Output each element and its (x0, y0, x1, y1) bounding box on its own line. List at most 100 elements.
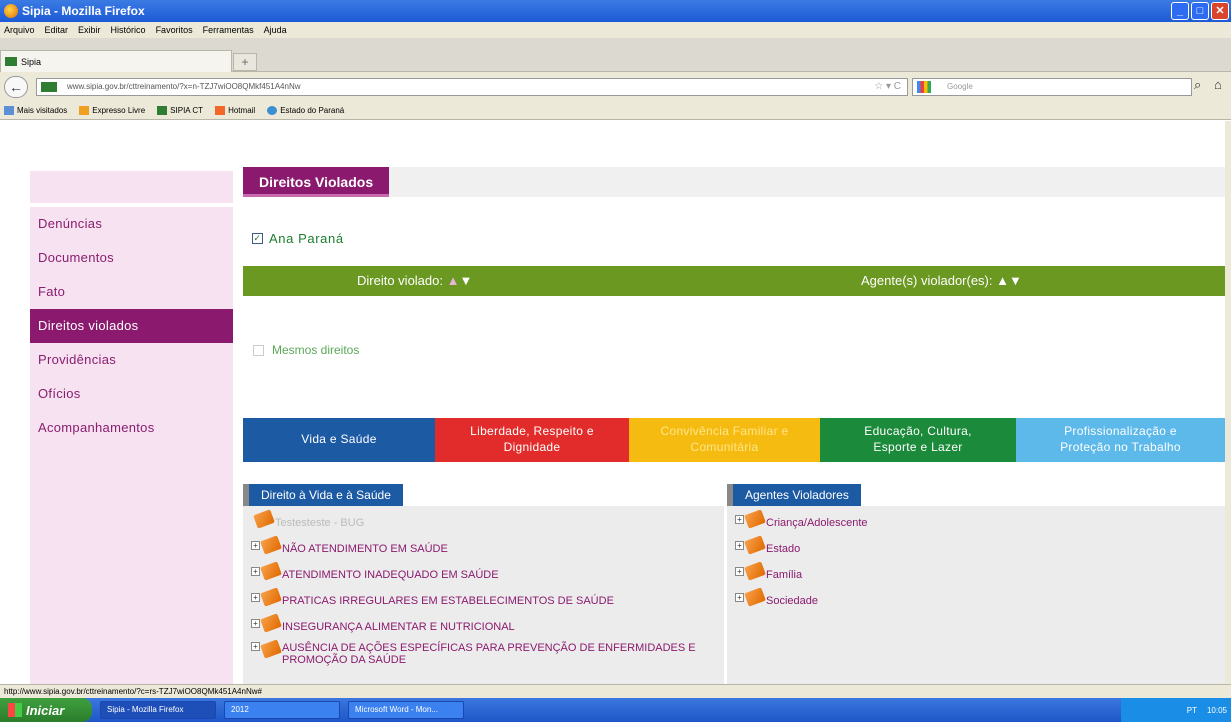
book-icon (260, 561, 282, 581)
vertical-scrollbar[interactable] (1225, 121, 1231, 684)
sidebar-item-providencias[interactable]: Providências (30, 343, 233, 377)
mesmos-direitos-row: Mesmos direitos (253, 343, 359, 357)
person-row: ✓ Ana Paraná (252, 231, 344, 246)
bookmark-hotmail[interactable]: Hotmail (215, 106, 255, 115)
expresso-icon (79, 106, 90, 115)
clock: 10:05 (1206, 705, 1227, 715)
window-titlebar: Sipia - Mozilla Firefox _ □ ✕ (0, 0, 1231, 22)
status-bar: http://www.sipia.gov.br/cttreinamento/?c… (0, 684, 1231, 698)
taskbar-item-folder[interactable]: 2012 (224, 701, 340, 719)
start-button[interactable]: Iniciar (0, 698, 92, 722)
direitos-tree: Testesteste - BUG + NÃO ATENDIMENTO EM S… (243, 506, 724, 684)
home-icon[interactable]: ⌂ (1214, 77, 1222, 92)
mesmos-direitos-checkbox[interactable] (253, 344, 264, 356)
expand-icon[interactable]: + (251, 567, 260, 576)
expand-icon[interactable]: + (735, 593, 744, 602)
sort-asc-icon[interactable]: ▲ (996, 273, 1009, 288)
tree-item[interactable]: + INSEGURANÇA ALIMENTAR E NUTRICIONAL (243, 610, 724, 636)
expand-icon[interactable]: + (735, 541, 744, 550)
agentes-column: Agente(s) violador(es): ▲▼ (861, 273, 1022, 288)
search-icon[interactable]: ⌕ (1194, 77, 1201, 93)
expand-icon[interactable]: + (735, 567, 744, 576)
sipia-icon (157, 106, 168, 115)
tab-profissionalizacao[interactable]: Profissionalização e Proteção no Trabalh… (1016, 418, 1225, 462)
minimize-button[interactable]: _ (1171, 2, 1189, 20)
bookmark-estado-parana[interactable]: Estado do Paraná (267, 106, 344, 115)
agentes-label: Agente(s) violador(es): (861, 273, 993, 288)
tree-item[interactable]: + Estado (727, 532, 1225, 558)
folder-icon (4, 106, 14, 115)
sidebar-item-direitos-violados[interactable]: Direitos violados (30, 309, 233, 343)
expand-icon[interactable]: + (251, 642, 260, 651)
section-header: Direitos Violados (243, 167, 1225, 197)
sidebar-item-oficios[interactable]: Ofícios (30, 377, 233, 411)
back-button[interactable]: ← (4, 76, 28, 98)
page-title: Direitos Violados (243, 167, 390, 197)
book-icon (744, 561, 766, 581)
sidebar-item-documentos[interactable]: Documentos (30, 241, 233, 275)
menu-historico[interactable]: Histórico (111, 25, 146, 35)
bookmark-sipia-ct[interactable]: SIPIA CT (157, 106, 203, 115)
tree-item[interactable]: + Criança/Adolescente (727, 506, 1225, 532)
bookmark-star-icon[interactable]: ☆ ▾ C (874, 79, 901, 95)
tab-sipia[interactable]: Sipia (0, 50, 232, 72)
tab-liberdade[interactable]: Liberdade, Respeito e Dignidade (435, 418, 629, 462)
tree-item[interactable]: + PRATICAS IRREGULARES EM ESTABELECIMENT… (243, 584, 724, 610)
language-indicator[interactable]: PT (1187, 706, 1197, 715)
tree-item[interactable]: + ATENDIMENTO INADEQUADO EM SAÚDE (243, 558, 724, 584)
book-icon (744, 587, 766, 607)
taskbar-item-firefox[interactable]: Sipia - Mozilla Firefox (100, 701, 216, 719)
sidebar-item-denuncias[interactable]: Denúncias (30, 207, 233, 241)
hotmail-icon (215, 106, 226, 115)
google-icon (917, 81, 931, 93)
sort-asc-icon[interactable]: ▲ (447, 273, 460, 288)
bookmarks-bar: Mais visitados Expresso Livre SIPIA CT H… (0, 102, 1231, 120)
window-title: Sipia - Mozilla Firefox (22, 4, 145, 18)
page-content: Denúncias Documentos Fato Direitos viola… (0, 121, 1225, 684)
right-panel-title: Agentes Violadores (727, 484, 861, 506)
bookmark-mais-visitados[interactable]: Mais visitados (4, 106, 67, 115)
agentes-tree: + Criança/Adolescente + Estado + Família… (727, 506, 1225, 684)
sort-desc-icon[interactable]: ▼ (1009, 273, 1022, 288)
sort-desc-icon[interactable]: ▼ (460, 273, 473, 288)
menu-ferramentas[interactable]: Ferramentas (203, 25, 254, 35)
tab-convivencia[interactable]: Convivência Familiar e Comunitária (629, 418, 820, 462)
sidebar: Denúncias Documentos Fato Direitos viola… (30, 207, 233, 684)
tree-item[interactable]: + AUSÊNCIA DE AÇÕES ESPECÍFICAS PARA PRE… (243, 636, 724, 676)
tab-educacao[interactable]: Educação, Cultura, Esporte e Lazer (820, 418, 1016, 462)
bookmark-expresso-livre[interactable]: Expresso Livre (79, 106, 145, 115)
book-icon (253, 509, 275, 529)
sidebar-item-acompanhamentos[interactable]: Acompanhamentos (30, 411, 233, 445)
left-panel-title: Direito à Vida e à Saúde (243, 484, 403, 506)
close-button[interactable]: ✕ (1211, 2, 1229, 20)
person-checkbox[interactable]: ✓ (252, 233, 263, 244)
system-tray: PT 10:05 (1121, 698, 1231, 722)
tree-item[interactable]: Testesteste - BUG (243, 506, 724, 532)
menu-ajuda[interactable]: Ajuda (264, 25, 287, 35)
tree-item[interactable]: + Família (727, 558, 1225, 584)
url-text: www.sipia.gov.br/cttreinamento/?x=n-TZJ7… (67, 82, 301, 91)
expand-icon[interactable]: + (251, 541, 260, 550)
book-icon (744, 535, 766, 555)
tab-vida-saude[interactable]: Vida e Saúde (243, 418, 435, 462)
maximize-button[interactable]: □ (1191, 2, 1209, 20)
menu-favoritos[interactable]: Favoritos (156, 25, 193, 35)
search-input[interactable]: Google (912, 78, 1192, 96)
tree-item[interactable]: + NÃO ATENDIMENTO EM SAÚDE (243, 532, 724, 558)
new-tab-button[interactable]: + (233, 53, 257, 71)
direito-violado-column: Direito violado: ▲▼ (357, 273, 472, 288)
address-bar[interactable]: www.sipia.gov.br/cttreinamento/?x=n-TZJ7… (36, 78, 908, 96)
expand-icon[interactable]: + (735, 515, 744, 524)
sidebar-item-fato[interactable]: Fato (30, 275, 233, 309)
menu-arquivo[interactable]: Arquivo (4, 25, 35, 35)
expand-icon[interactable]: + (251, 593, 260, 602)
taskbar-item-word[interactable]: Microsoft Word - Mon... (348, 701, 464, 719)
columns-header: Direito violado: ▲▼ Agente(s) violador(e… (243, 266, 1225, 296)
tab-label: Sipia (21, 56, 42, 67)
expand-icon[interactable]: + (251, 619, 260, 628)
menu-editar[interactable]: Editar (45, 25, 69, 35)
tree-item[interactable]: + Sociedade (727, 584, 1225, 610)
navigation-bar: ← www.sipia.gov.br/cttreinamento/?x=n-TZ… (0, 72, 1231, 102)
sipia-icon (5, 57, 17, 66)
menu-exibir[interactable]: Exibir (78, 25, 101, 35)
